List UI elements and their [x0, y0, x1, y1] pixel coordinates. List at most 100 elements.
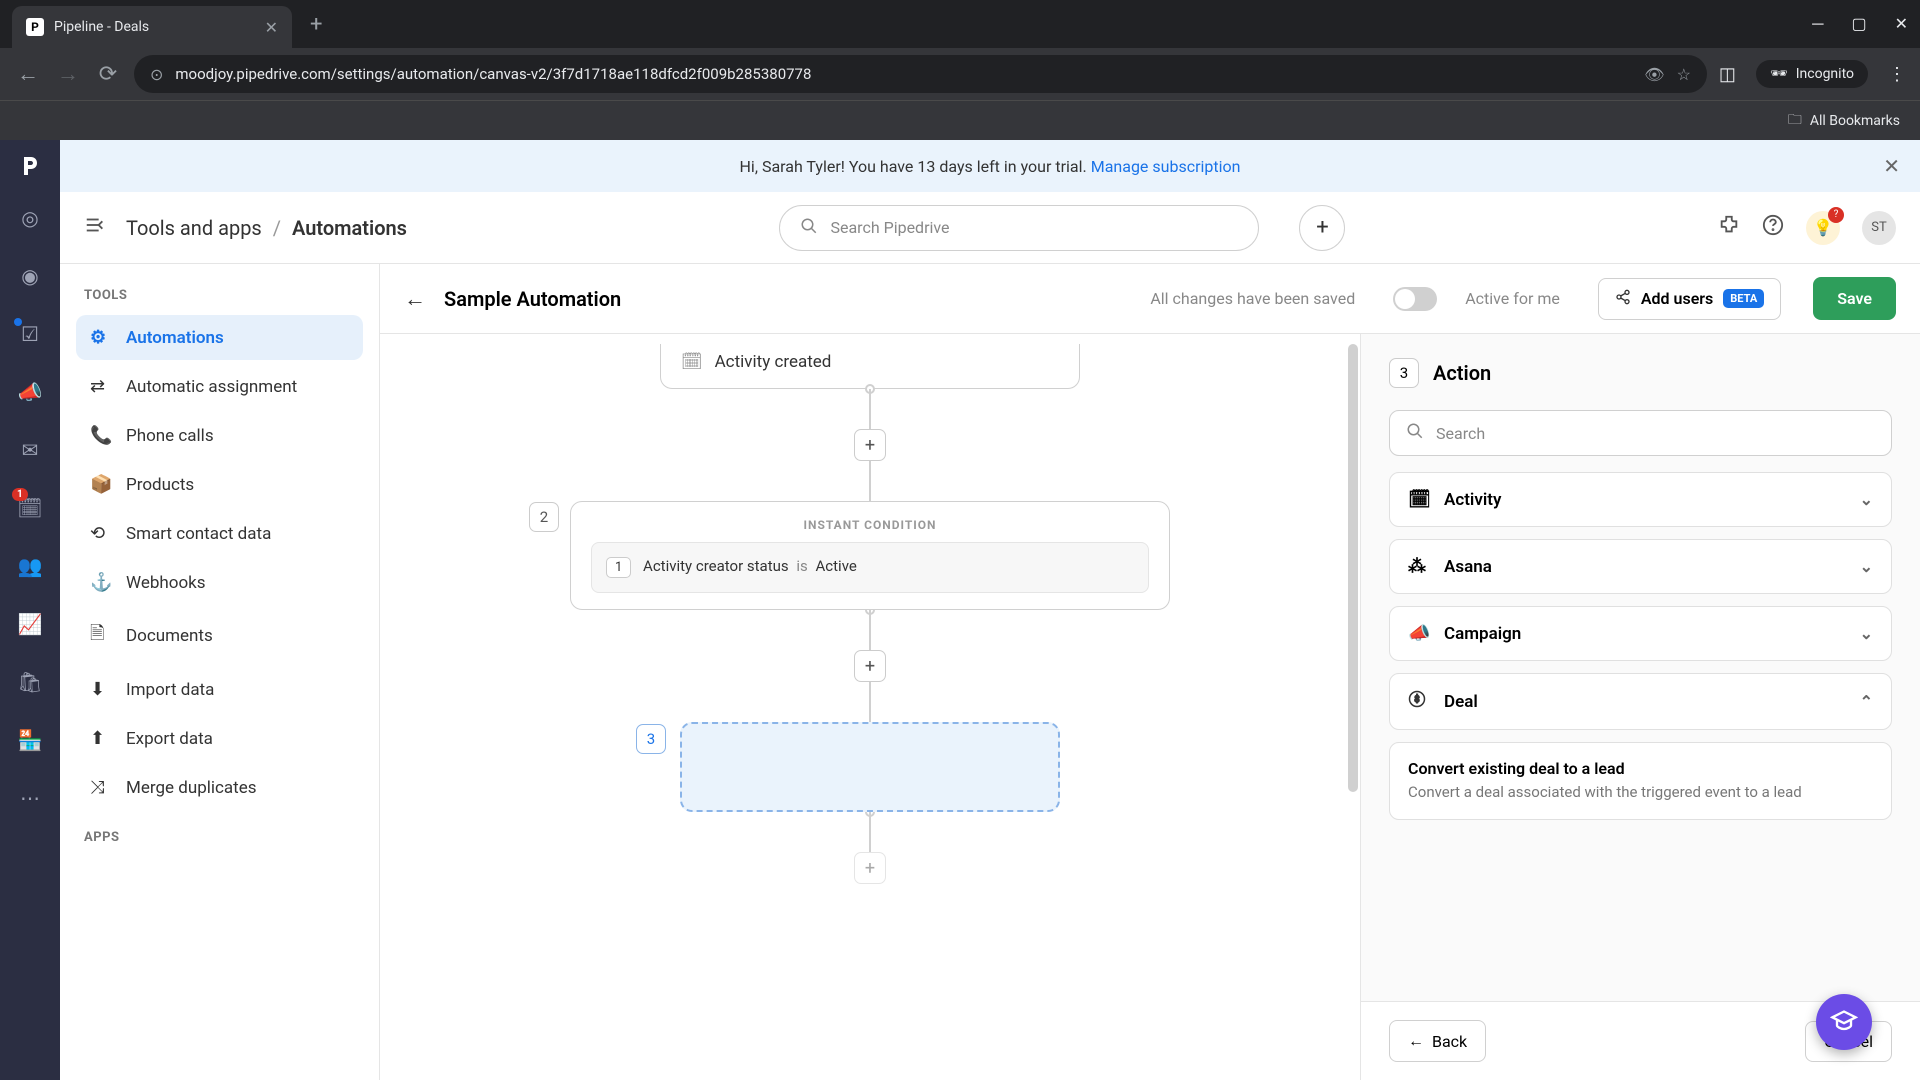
category-asana[interactable]: ⁂ Asana ⌄: [1389, 539, 1892, 594]
sidebar-item-export[interactable]: ⬆ Export data: [76, 716, 363, 761]
banner-close-icon[interactable]: ✕: [1883, 154, 1900, 178]
new-tab-button[interactable]: +: [300, 12, 332, 37]
asana-icon: ⁂: [1408, 556, 1430, 577]
sidebar-toggle-icon[interactable]: [84, 214, 106, 242]
user-avatar[interactable]: ST: [1862, 211, 1896, 245]
pipedrive-logo[interactable]: [16, 152, 44, 180]
megaphone-icon: 📣: [1408, 623, 1430, 644]
maximize-icon[interactable]: ▢: [1851, 14, 1866, 34]
incognito-icon: 🕶: [1770, 66, 1788, 82]
rail-more-icon[interactable]: ⋯: [10, 778, 50, 818]
side-panel-icon[interactable]: ◫: [1719, 64, 1736, 85]
sidebar-item-auto-assignment[interactable]: ⇄ Automatic assignment: [76, 364, 363, 409]
incognito-badge[interactable]: 🕶 Incognito: [1756, 60, 1868, 88]
sidebar-item-smart-contact[interactable]: ⟲ Smart contact data: [76, 511, 363, 556]
rail-insights-icon[interactable]: 📈: [10, 604, 50, 644]
rail-products-icon[interactable]: 🛍: [10, 662, 50, 702]
add-users-button[interactable]: Add users BETA: [1598, 278, 1781, 320]
add-step-button[interactable]: +: [854, 650, 886, 682]
rail-marketplace-icon[interactable]: 🏪: [10, 720, 50, 760]
refresh-icon: ⟲: [90, 523, 112, 544]
extensions-icon[interactable]: [1718, 214, 1740, 242]
back-nav-icon[interactable]: ←: [14, 61, 42, 87]
connector: [869, 812, 871, 852]
help-icon[interactable]: [1762, 214, 1784, 242]
node-type-label: INSTANT CONDITION: [591, 518, 1149, 532]
saved-status: All changes have been saved: [1150, 289, 1355, 308]
learn-fab[interactable]: [1816, 994, 1872, 1050]
add-step-button[interactable]: +: [854, 429, 886, 461]
sidebar-item-documents[interactable]: 🗎 Documents: [76, 609, 363, 663]
sidebar-item-phone-calls[interactable]: 📞 Phone calls: [76, 413, 363, 458]
add-step-button[interactable]: +: [854, 852, 886, 884]
breadcrumb-parent[interactable]: Tools and apps: [126, 216, 262, 240]
rail-leads-icon[interactable]: ◎: [10, 198, 50, 238]
automation-canvas[interactable]: 🗓 Activity created + 2: [380, 334, 1360, 1080]
tab-close-icon[interactable]: ✕: [265, 18, 278, 37]
browser-tab[interactable]: P Pipeline - Deals ✕: [12, 6, 292, 48]
sidebar-item-label: Smart contact data: [126, 524, 271, 544]
chrome-menu-icon[interactable]: ⋮: [1888, 64, 1906, 85]
merge-icon: ⤨: [90, 777, 112, 798]
breadcrumb-current: Automations: [292, 216, 407, 240]
global-search-input[interactable]: Search Pipedrive: [779, 205, 1259, 251]
sidebar-item-label: Import data: [126, 680, 214, 700]
condition-field: Activity creator status: [643, 557, 789, 575]
tab-title: Pipeline - Deals: [54, 19, 255, 35]
sidebar-item-label: Export data: [126, 729, 213, 749]
incognito-label: Incognito: [1796, 66, 1854, 82]
minimize-icon[interactable]: ─: [1812, 14, 1823, 34]
settings-sidebar: TOOLS ⚙ Automations ⇄ Automatic assignme…: [60, 264, 380, 1080]
search-placeholder: Search Pipedrive: [830, 218, 949, 237]
condition-node[interactable]: 2 INSTANT CONDITION 1 Activity creator s…: [380, 501, 1360, 610]
all-bookmarks-link[interactable]: All Bookmarks: [1810, 113, 1900, 129]
category-activity[interactable]: 🗓 Activity ⌄: [1389, 472, 1892, 527]
action-placeholder-node[interactable]: 3: [680, 722, 1060, 812]
connector: [869, 389, 871, 429]
url-input[interactable]: ⊙ moodjoy.pipedrive.com/settings/automat…: [134, 55, 1707, 93]
trigger-node[interactable]: 🗓 Activity created: [660, 344, 1080, 389]
sales-assistant-icon[interactable]: 💡 ?: [1806, 211, 1840, 245]
panel-back-button[interactable]: ← Back: [1389, 1020, 1486, 1062]
tab-favicon: P: [26, 18, 44, 36]
rail-campaigns-icon[interactable]: 📣: [10, 372, 50, 412]
action-search-input[interactable]: Search: [1389, 410, 1892, 456]
sidebar-item-import[interactable]: ⬇ Import data: [76, 667, 363, 712]
category-deal[interactable]: $ Deal ⌃: [1389, 673, 1892, 730]
sidebar-item-label: Products: [126, 475, 194, 495]
rail-mail-icon[interactable]: ✉: [10, 430, 50, 470]
category-label: Campaign: [1444, 624, 1521, 644]
sidebar-item-merge[interactable]: ⤨ Merge duplicates: [76, 765, 363, 810]
manage-subscription-link[interactable]: Manage subscription: [1091, 157, 1241, 176]
rail-projects-icon[interactable]: ☑: [10, 314, 50, 354]
bookmark-star-icon[interactable]: ☆: [1677, 65, 1691, 84]
sidebar-item-automations[interactable]: ⚙ Automations: [76, 315, 363, 360]
forward-nav-icon[interactable]: →: [54, 61, 82, 87]
chevron-down-icon: ⌄: [1860, 624, 1873, 643]
save-button[interactable]: Save: [1813, 277, 1896, 320]
site-info-icon[interactable]: ⊙: [150, 65, 163, 84]
sidebar-item-webhooks[interactable]: ⚓ Webhooks: [76, 560, 363, 605]
automation-title[interactable]: Sample Automation: [444, 287, 621, 311]
close-window-icon[interactable]: ✕: [1895, 14, 1908, 34]
import-icon: ⬇: [90, 679, 112, 700]
hide-icon[interactable]: 👁: [1644, 65, 1664, 84]
canvas-scrollbar[interactable]: [1344, 334, 1360, 1080]
rail-activities-icon[interactable]: 1🗓: [10, 488, 50, 528]
active-toggle[interactable]: [1393, 287, 1437, 311]
reload-icon[interactable]: ⟳: [94, 62, 122, 87]
beta-badge: BETA: [1723, 289, 1764, 308]
box-icon: 📦: [90, 474, 112, 495]
step-number: 3: [636, 724, 666, 754]
action-convert-deal-to-lead[interactable]: Convert existing deal to a lead Convert …: [1389, 742, 1892, 820]
browser-tab-bar: P Pipeline - Deals ✕ + ─ ▢ ✕: [0, 0, 1920, 48]
sidebar-item-products[interactable]: 📦 Products: [76, 462, 363, 507]
bookmarks-bar: 🗀 All Bookmarks: [0, 100, 1920, 140]
sidebar-item-label: Webhooks: [126, 573, 206, 593]
condition-row[interactable]: 1 Activity creator status is Active: [591, 542, 1149, 593]
category-campaign[interactable]: 📣 Campaign ⌄: [1389, 606, 1892, 661]
back-arrow-icon[interactable]: ←: [404, 286, 426, 312]
quick-add-button[interactable]: +: [1299, 205, 1345, 251]
rail-contacts-icon[interactable]: 👥: [10, 546, 50, 586]
rail-deals-icon[interactable]: ◉: [10, 256, 50, 296]
